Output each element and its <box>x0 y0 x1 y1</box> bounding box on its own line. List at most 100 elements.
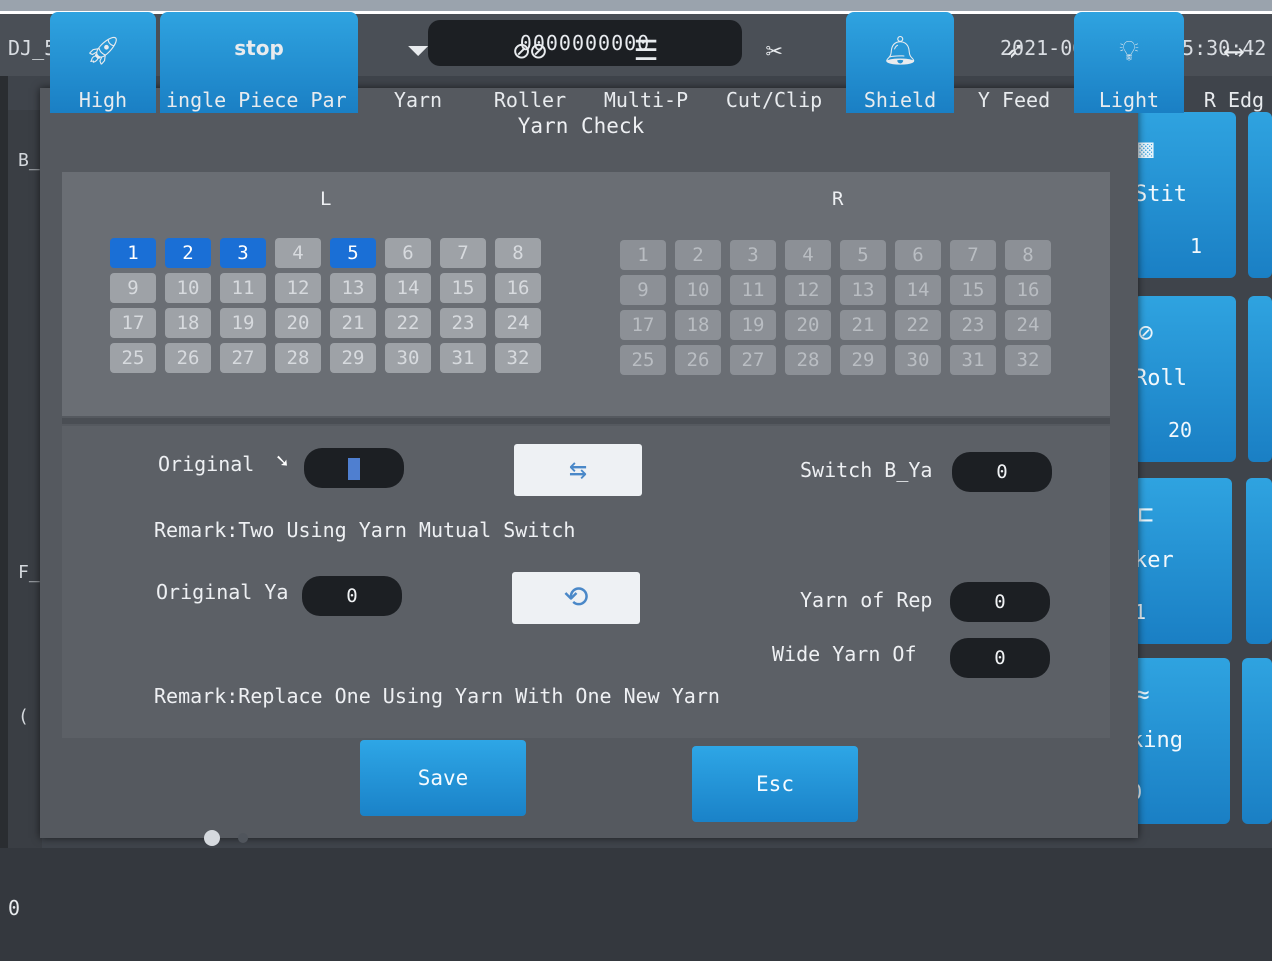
left-yarn-button[interactable]: 1 <box>110 238 156 268</box>
right-yarn-button[interactable]: 9 <box>620 275 666 305</box>
right-yarn-button[interactable]: 17 <box>620 310 666 340</box>
right-yarn-button[interactable]: 4 <box>785 240 831 270</box>
right-yarn-button[interactable]: 19 <box>730 310 776 340</box>
left-yarn-button[interactable]: 25 <box>110 343 156 373</box>
left-yarn-button[interactable]: 27 <box>220 343 266 373</box>
toolbar-yarn-button[interactable]: ⏷ Yarn <box>378 12 458 113</box>
left-yarn-button[interactable]: 10 <box>165 273 211 303</box>
original-yarn-input[interactable]: 0 <box>302 576 402 616</box>
tile-extra-4[interactable] <box>1242 658 1272 824</box>
toolbar-single-piece-button[interactable]: stop ingle Piece Par <box>160 12 358 113</box>
toolbar-left-value: 0 <box>8 896 21 920</box>
toolbar-high-button[interactable]: 🚀︎ High <box>50 12 156 113</box>
right-yarn-button[interactable]: 21 <box>840 310 886 340</box>
right-yarn-button[interactable]: 1 <box>620 240 666 270</box>
right-yarn-button[interactable]: 12 <box>785 275 831 305</box>
left-yarn-button[interactable]: 3 <box>220 238 266 268</box>
right-yarn-button[interactable]: 31 <box>950 345 996 375</box>
esc-button[interactable]: Esc <box>692 746 858 822</box>
page-indicator[interactable] <box>238 833 248 843</box>
toolbar-roller-label: Roller <box>493 88 567 112</box>
replace-yarn-button[interactable]: ⟲ <box>512 572 640 624</box>
tile-extra-2[interactable] <box>1248 296 1272 462</box>
right-yarn-button[interactable]: 28 <box>785 345 831 375</box>
left-yarn-button[interactable]: 8 <box>495 238 541 268</box>
left-yarn-button[interactable]: 5 <box>330 238 376 268</box>
left-yarn-button[interactable]: 24 <box>495 308 541 338</box>
tile-marking[interactable]: ≈ king 0 <box>1130 658 1230 824</box>
right-yarn-button[interactable]: 18 <box>675 310 721 340</box>
tile-stitch-label: Stit <box>1134 182 1187 207</box>
left-yarn-button[interactable]: 30 <box>385 343 431 373</box>
original-switch-input[interactable] <box>304 448 404 488</box>
left-yarn-button[interactable]: 28 <box>275 343 321 373</box>
page-indicator-active[interactable] <box>204 830 220 846</box>
left-yarn-button[interactable]: 12 <box>275 273 321 303</box>
panel-divider <box>62 418 1110 424</box>
right-yarn-button[interactable]: 27 <box>730 345 776 375</box>
save-button[interactable]: Save <box>360 740 526 816</box>
left-yarn-button[interactable]: 26 <box>165 343 211 373</box>
left-yarn-button[interactable]: 19 <box>220 308 266 338</box>
left-yarn-button[interactable]: 15 <box>440 273 486 303</box>
toolbar-stop-text: stop <box>234 36 284 60</box>
refresh-icon: ⟲ <box>563 580 589 615</box>
right-yarn-button[interactable]: 26 <box>675 345 721 375</box>
left-yarn-button[interactable]: 14 <box>385 273 431 303</box>
tile-extra-3[interactable] <box>1246 478 1272 644</box>
right-yarn-button[interactable]: 3 <box>730 240 776 270</box>
toolbar-light-button[interactable]: 💡︎ Light <box>1074 12 1184 113</box>
right-yarn-button[interactable]: 20 <box>785 310 831 340</box>
mutual-switch-button[interactable]: ⇆ <box>514 444 642 496</box>
right-yarn-button[interactable]: 16 <box>1005 275 1051 305</box>
left-yarn-button[interactable]: 23 <box>440 308 486 338</box>
left-yarn-button[interactable]: 2 <box>165 238 211 268</box>
right-yarn-button[interactable]: 32 <box>1005 345 1051 375</box>
toolbar-shield-button[interactable]: 🔔︎ Shield <box>846 12 954 113</box>
right-yarn-button[interactable]: 14 <box>895 275 941 305</box>
right-yarn-button[interactable]: 22 <box>895 310 941 340</box>
yarn-of-replace-input[interactable]: 0 <box>950 582 1050 622</box>
right-yarn-button[interactable]: 7 <box>950 240 996 270</box>
right-yarn-button[interactable]: 24 <box>1005 310 1051 340</box>
left-yarn-button[interactable]: 9 <box>110 273 156 303</box>
left-yarn-button[interactable]: 6 <box>385 238 431 268</box>
toolbar-r-edge-button[interactable]: ⟷ R Edg <box>1196 12 1272 113</box>
right-yarn-button[interactable]: 6 <box>895 240 941 270</box>
left-yarn-button[interactable]: 18 <box>165 308 211 338</box>
toolbar-roller-button[interactable]: ⊘⊘ Roller <box>482 12 578 113</box>
right-yarn-button[interactable]: 2 <box>675 240 721 270</box>
left-yarn-button[interactable]: 17 <box>110 308 156 338</box>
left-yarn-button[interactable]: 31 <box>440 343 486 373</box>
right-yarn-button[interactable]: 30 <box>895 345 941 375</box>
wide-yarn-input[interactable]: 0 <box>950 638 1050 678</box>
right-yarn-button[interactable]: 11 <box>730 275 776 305</box>
left-yarn-button[interactable]: 13 <box>330 273 376 303</box>
left-yarn-button[interactable]: 22 <box>385 308 431 338</box>
right-yarn-button[interactable]: 10 <box>675 275 721 305</box>
right-yarn-button[interactable]: 8 <box>1005 240 1051 270</box>
left-yarn-button[interactable]: 20 <box>275 308 321 338</box>
left-yarn-button[interactable]: 29 <box>330 343 376 373</box>
tile-roll[interactable]: ⊘ Roll 20 <box>1134 296 1236 462</box>
toolbar-yarn-label: Yarn <box>393 88 443 112</box>
left-yarn-button[interactable]: 32 <box>495 343 541 373</box>
switch-b-yarn-input[interactable]: 0 <box>952 452 1052 492</box>
right-yarn-button[interactable]: 23 <box>950 310 996 340</box>
left-yarn-button[interactable]: 11 <box>220 273 266 303</box>
left-yarn-button[interactable]: 7 <box>440 238 486 268</box>
tile-stitch[interactable]: ▩ Stit 1 <box>1134 112 1236 278</box>
tile-extra-1[interactable] <box>1248 112 1272 278</box>
left-yarn-button[interactable]: 4 <box>275 238 321 268</box>
right-yarn-button[interactable]: 5 <box>840 240 886 270</box>
left-yarn-button[interactable]: 21 <box>330 308 376 338</box>
right-yarn-button[interactable]: 15 <box>950 275 996 305</box>
toolbar-y-feed-button[interactable]: ➶ Y Feed <box>962 12 1066 113</box>
left-yarn-button[interactable]: 16 <box>495 273 541 303</box>
toolbar-multi-button[interactable]: ☰ Multi-P <box>594 12 698 113</box>
tile-marker[interactable]: ⊏ ker 1 <box>1134 478 1232 644</box>
right-yarn-button[interactable]: 29 <box>840 345 886 375</box>
right-yarn-button[interactable]: 13 <box>840 275 886 305</box>
right-yarn-button[interactable]: 25 <box>620 345 666 375</box>
toolbar-cut-clip-button[interactable]: ✂ Cut/Clip <box>716 12 832 113</box>
